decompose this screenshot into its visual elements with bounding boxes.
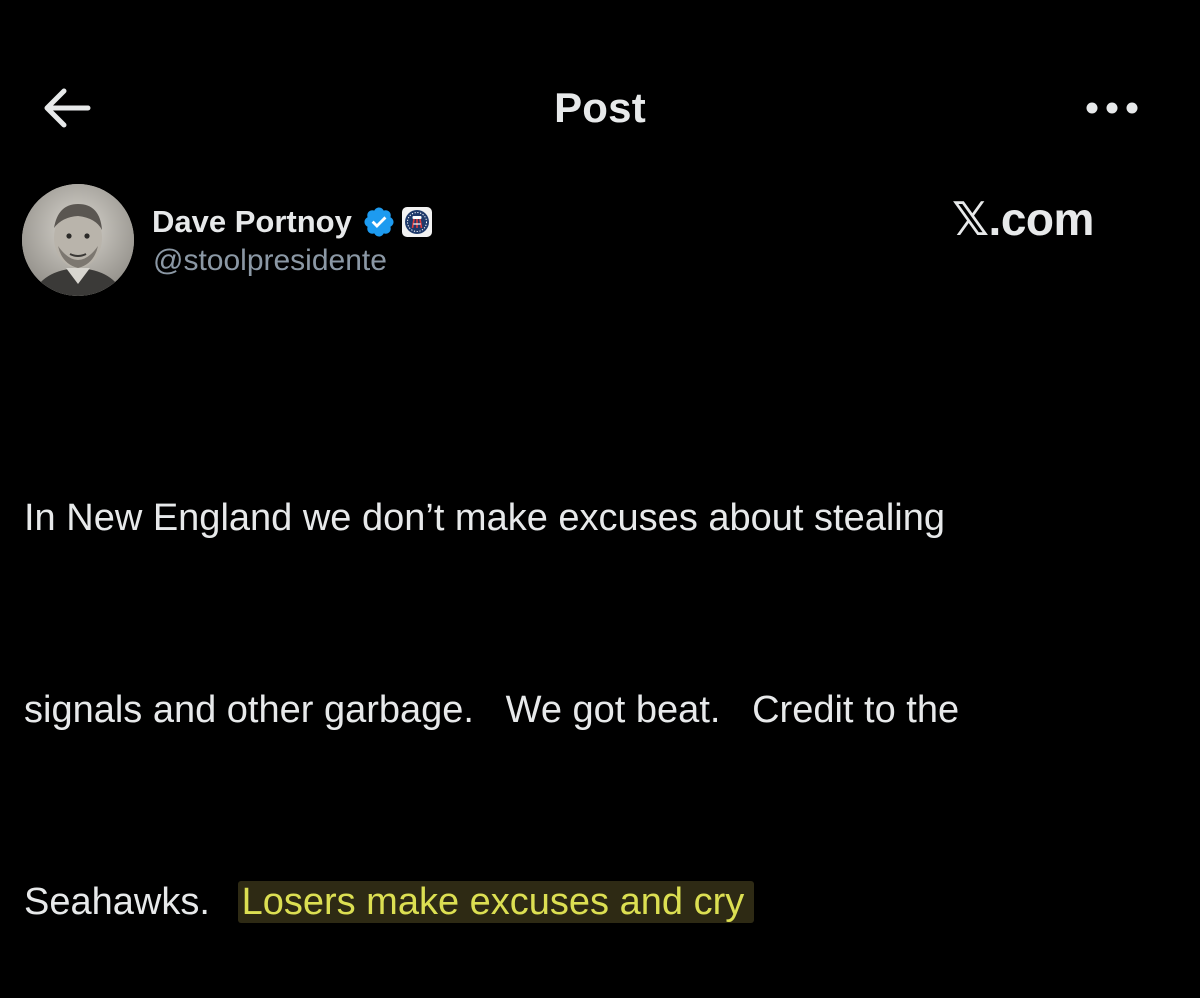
author-name[interactable]: Dave Portnoy: [152, 204, 352, 240]
highlighted-text: Losers make excuses and cry: [237, 881, 755, 923]
post-text-line: signals and other garbage. We got beat. …: [24, 689, 960, 731]
post-text-line: In New England we don’t make excuses abo…: [24, 497, 945, 539]
verified-badge-icon[interactable]: [362, 205, 396, 239]
avatar[interactable]: [22, 184, 134, 296]
post-text: In New England we don’t make excuses abo…: [24, 358, 1164, 998]
more-options-button[interactable]: [1080, 90, 1144, 126]
post-text-line-last: Seahawks. Losers make excuses and cry: [24, 870, 1164, 934]
more-horizontal-icon: [1086, 102, 1138, 114]
top-bar: Post: [0, 60, 1200, 160]
site-watermark: 𝕏.com: [952, 193, 1094, 245]
barstool-affiliate-icon[interactable]: [401, 207, 432, 237]
author-handle[interactable]: @stoolpresidente: [153, 244, 387, 278]
page-title: Post: [554, 84, 646, 131]
post-text-segment: Seahawks.: [24, 881, 242, 923]
author-name-row: Dave Portnoy: [152, 200, 432, 244]
